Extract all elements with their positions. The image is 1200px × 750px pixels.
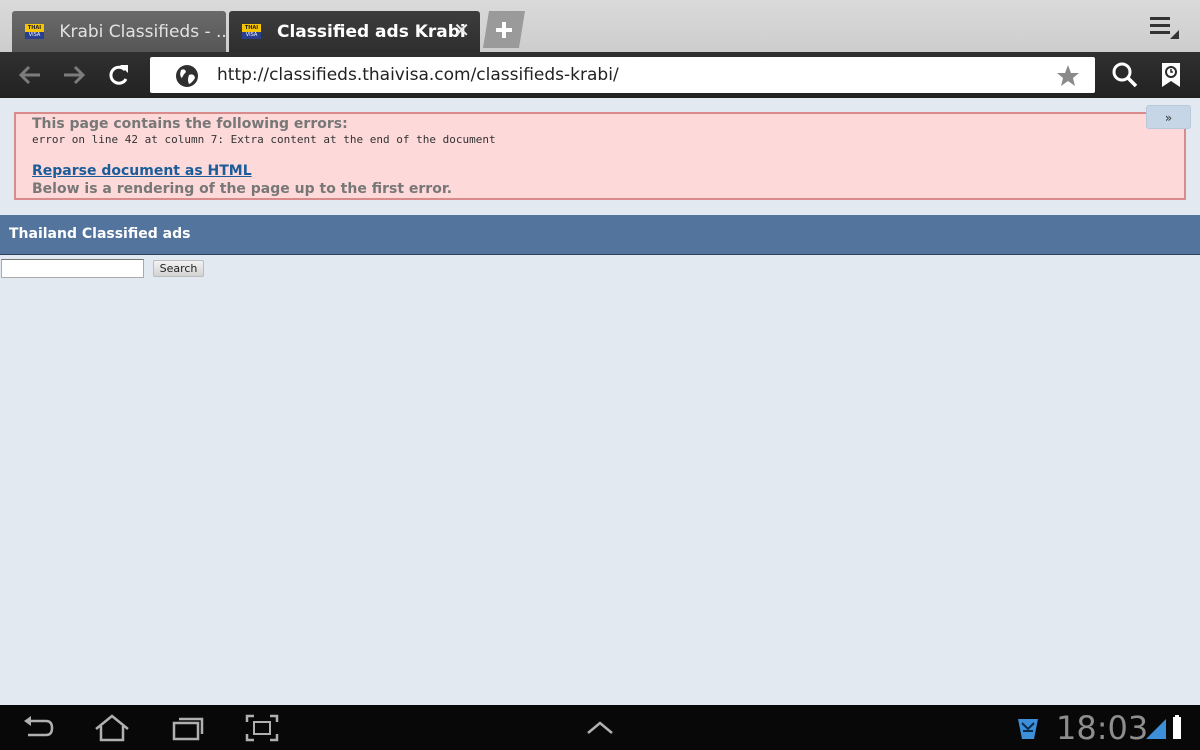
- search-input[interactable]: [1, 259, 144, 278]
- error-message: error on line 42 at column 7: Extra cont…: [32, 133, 496, 146]
- search-button[interactable]: Search: [153, 260, 204, 277]
- back-arrow-icon[interactable]: [16, 62, 44, 88]
- globe-icon: [176, 65, 198, 87]
- tab-strip: THAI VISA Krabi Classifieds - ... THAI V…: [0, 0, 1200, 52]
- screenshot-icon[interactable]: [244, 713, 280, 743]
- bookmarks-icon[interactable]: [1157, 61, 1185, 89]
- home-icon[interactable]: [94, 713, 130, 743]
- tab-title: Classified ads Krabi: [277, 21, 466, 42]
- url-text[interactable]: http://classifieds.thaivisa.com/classifi…: [217, 65, 619, 85]
- error-title: This page contains the following errors:: [32, 116, 348, 132]
- tab-krabi-classifieds[interactable]: THAI VISA Krabi Classifieds - ...: [12, 11, 226, 52]
- address-bar[interactable]: http://classifieds.thaivisa.com/classifi…: [150, 57, 1095, 93]
- clock: 18:03: [1056, 709, 1149, 747]
- recent-apps-icon[interactable]: [170, 713, 206, 743]
- reload-icon[interactable]: [105, 62, 133, 88]
- site-banner: Thailand Classified ads: [0, 215, 1200, 255]
- signal-icon: [1146, 719, 1166, 739]
- star-icon[interactable]: [1055, 63, 1081, 89]
- close-tab-icon[interactable]: ✕: [453, 20, 470, 40]
- search-icon[interactable]: [1111, 61, 1139, 89]
- thaivisa-favicon: THAI VISA: [25, 24, 44, 39]
- page-content: This page contains the following errors:…: [0, 98, 1200, 705]
- new-tab-icon[interactable]: [483, 11, 525, 48]
- battery-icon: [1173, 715, 1181, 739]
- expand-button[interactable]: »: [1146, 105, 1191, 129]
- browser-toolbar: http://classifieds.thaivisa.com/classifi…: [0, 52, 1200, 98]
- chevron-up-icon[interactable]: [582, 713, 618, 743]
- site-title: Thailand Classified ads: [9, 226, 191, 242]
- system-bar: 18:03: [0, 705, 1200, 750]
- menu-icon[interactable]: [1148, 14, 1180, 40]
- tab-title: Krabi Classifieds - ...: [59, 21, 226, 42]
- notification-icon[interactable]: [1012, 713, 1044, 743]
- system-back-icon[interactable]: [20, 713, 56, 743]
- xml-error-box: This page contains the following errors:…: [14, 112, 1186, 200]
- tab-classified-ads-krabi[interactable]: THAI VISA Classified ads Krabi ✕: [229, 11, 480, 52]
- forward-arrow-icon[interactable]: [60, 62, 88, 88]
- thaivisa-favicon: THAI VISA: [242, 24, 261, 39]
- error-note: Below is a rendering of the page up to t…: [32, 181, 453, 197]
- reparse-link[interactable]: Reparse document as HTML: [32, 163, 252, 179]
